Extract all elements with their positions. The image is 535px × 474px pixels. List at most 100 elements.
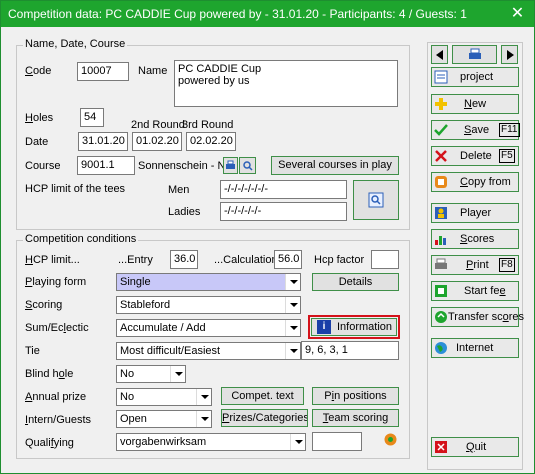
- tie-select[interactable]: Most difficult/Easiest: [116, 342, 301, 360]
- intern-guests-select[interactable]: Open: [116, 410, 212, 428]
- save-shortcut: F11: [499, 123, 520, 137]
- sum-eclectic-select[interactable]: Accumulate / Add: [116, 319, 301, 337]
- hcp-limit-tees-label: HCP limit of the tees: [25, 183, 126, 195]
- hcp-limit-label: HCP limit...: [25, 254, 80, 266]
- annual-prize-select[interactable]: No: [116, 388, 212, 406]
- nav-prev-button[interactable]: [431, 45, 448, 64]
- tees-search-button[interactable]: [353, 180, 399, 220]
- scoring-value: Stableford: [120, 299, 171, 311]
- player-label: Player: [460, 207, 492, 219]
- start-fee-label: Start fee: [464, 285, 506, 297]
- course-input[interactable]: 9001.1: [77, 156, 135, 175]
- qualifying-value: vorgabenwirksam: [120, 436, 207, 448]
- print-label: Print: [466, 259, 489, 271]
- name-line-2: powered by us: [178, 75, 250, 87]
- code-label: Code: [25, 65, 52, 77]
- print-shortcut: F8: [499, 258, 515, 272]
- transfer-scores-label: Transfer scores: [448, 311, 525, 323]
- blind-hole-select[interactable]: No: [116, 365, 186, 383]
- pin-positions-button[interactable]: Pin positions: [312, 387, 399, 405]
- name-line-1: PC CADDIE Cup: [178, 63, 262, 75]
- copy-from-button[interactable]: Copy from: [431, 172, 519, 192]
- round2-label: 2nd Round: [131, 119, 185, 131]
- quit-button[interactable]: Quit: [431, 437, 519, 457]
- start-fee-button[interactable]: Start fee: [431, 281, 519, 301]
- course-name-label: Sonnenschein - N: [138, 160, 223, 172]
- save-button[interactable]: Save F11: [431, 120, 520, 140]
- transfer-scores-button[interactable]: Transfer scores: [431, 307, 524, 327]
- blind-hole-label: Blind hole: [25, 368, 74, 380]
- details-button[interactable]: Details: [312, 273, 399, 291]
- men-label: Men: [168, 184, 190, 196]
- close-button[interactable]: ✕: [501, 1, 534, 27]
- chevron-down-icon: [196, 411, 211, 427]
- printer-icon: [226, 160, 235, 169]
- player-icon: [435, 207, 447, 219]
- course-label: Course: [25, 160, 61, 172]
- date-label: Date: [25, 136, 49, 148]
- men-input[interactable]: -/-/-/-/-/-/-: [220, 180, 347, 199]
- checkmark-icon: [434, 124, 448, 136]
- chevron-down-icon: [285, 343, 300, 359]
- delete-shortcut: F5: [499, 149, 515, 163]
- internet-label: Internet: [456, 342, 494, 354]
- chevron-down-icon: [285, 274, 300, 290]
- delete-button[interactable]: Delete F5: [431, 146, 519, 166]
- name-input[interactable]: PC CADDIE Cup powered by us: [174, 60, 398, 107]
- start-fee-icon: [435, 285, 447, 297]
- new-label: New: [464, 98, 487, 110]
- scores-icon: [435, 236, 446, 245]
- competition-conditions-legend: Competition conditions: [23, 233, 139, 245]
- round3-label: 3rd Round: [182, 119, 234, 131]
- entry-input[interactable]: 36.0: [170, 250, 198, 269]
- scores-button[interactable]: Scores: [431, 229, 519, 249]
- team-scoring-button[interactable]: Team scoring: [312, 409, 399, 427]
- qualifying-select[interactable]: vorgabenwirksam: [116, 433, 306, 451]
- save-label: Save: [464, 124, 490, 136]
- several-courses-button[interactable]: Several courses in play: [271, 156, 399, 175]
- holes-input[interactable]: 54: [80, 108, 104, 127]
- transfer-icon: [435, 311, 447, 323]
- date-round3-input[interactable]: 02.02.20: [186, 132, 236, 151]
- new-button[interactable]: New: [431, 94, 519, 114]
- nav-next-button[interactable]: [501, 45, 518, 64]
- tie-label: Tie: [25, 345, 40, 357]
- chevron-down-icon: [196, 389, 211, 405]
- nav-print-button[interactable]: [452, 45, 497, 64]
- project-icon: [434, 70, 448, 84]
- date-round2-input[interactable]: 01.02.20: [132, 132, 182, 151]
- printer-icon: [435, 258, 447, 269]
- course-print-button[interactable]: [223, 157, 238, 174]
- playing-form-select[interactable]: Single: [116, 273, 301, 291]
- hcp-factor-input[interactable]: [371, 250, 399, 269]
- player-button[interactable]: Player: [431, 203, 519, 223]
- plus-icon: [435, 98, 447, 110]
- scoring-select[interactable]: Stableford: [116, 296, 301, 314]
- prizes-categories-button[interactable]: Prizes/Categories: [221, 409, 308, 427]
- project-button[interactable]: project: [431, 67, 519, 87]
- chevron-left-icon: [435, 50, 443, 60]
- internet-button[interactable]: Internet: [431, 338, 519, 358]
- annual-prize-label: Annual prize: [25, 391, 87, 403]
- course-search-button[interactable]: [239, 157, 256, 174]
- code-input[interactable]: 10007: [77, 62, 129, 81]
- holes-label: Holes: [25, 112, 54, 124]
- copy-icon: [435, 176, 447, 188]
- blind-hole-value: No: [120, 368, 135, 380]
- date-round1-input[interactable]: 31.01.20: [78, 132, 128, 151]
- tie-value: Most difficult/Easiest: [120, 345, 221, 357]
- print-button[interactable]: Print F8: [431, 255, 519, 275]
- qualifying-settings-button[interactable]: [382, 431, 399, 448]
- scores-label: Scores: [460, 233, 495, 245]
- calculation-input[interactable]: 56.0: [274, 250, 302, 269]
- qualifying-extra-input[interactable]: [312, 432, 362, 451]
- qualifying-label: Qualifying: [25, 437, 74, 449]
- tie-holes-input[interactable]: 9, 6, 3, 1: [301, 341, 399, 360]
- information-button[interactable]: i Information: [311, 318, 397, 336]
- globe-icon: [435, 342, 447, 354]
- compet-text-button[interactable]: Compet. text: [221, 387, 304, 405]
- ladies-input[interactable]: -/-/-/-/-/-: [220, 202, 347, 221]
- name-date-course-legend: Name, Date, Course: [23, 38, 128, 50]
- chevron-down-icon: [285, 297, 300, 313]
- sum-eclectic-value: Accumulate / Add: [120, 322, 206, 334]
